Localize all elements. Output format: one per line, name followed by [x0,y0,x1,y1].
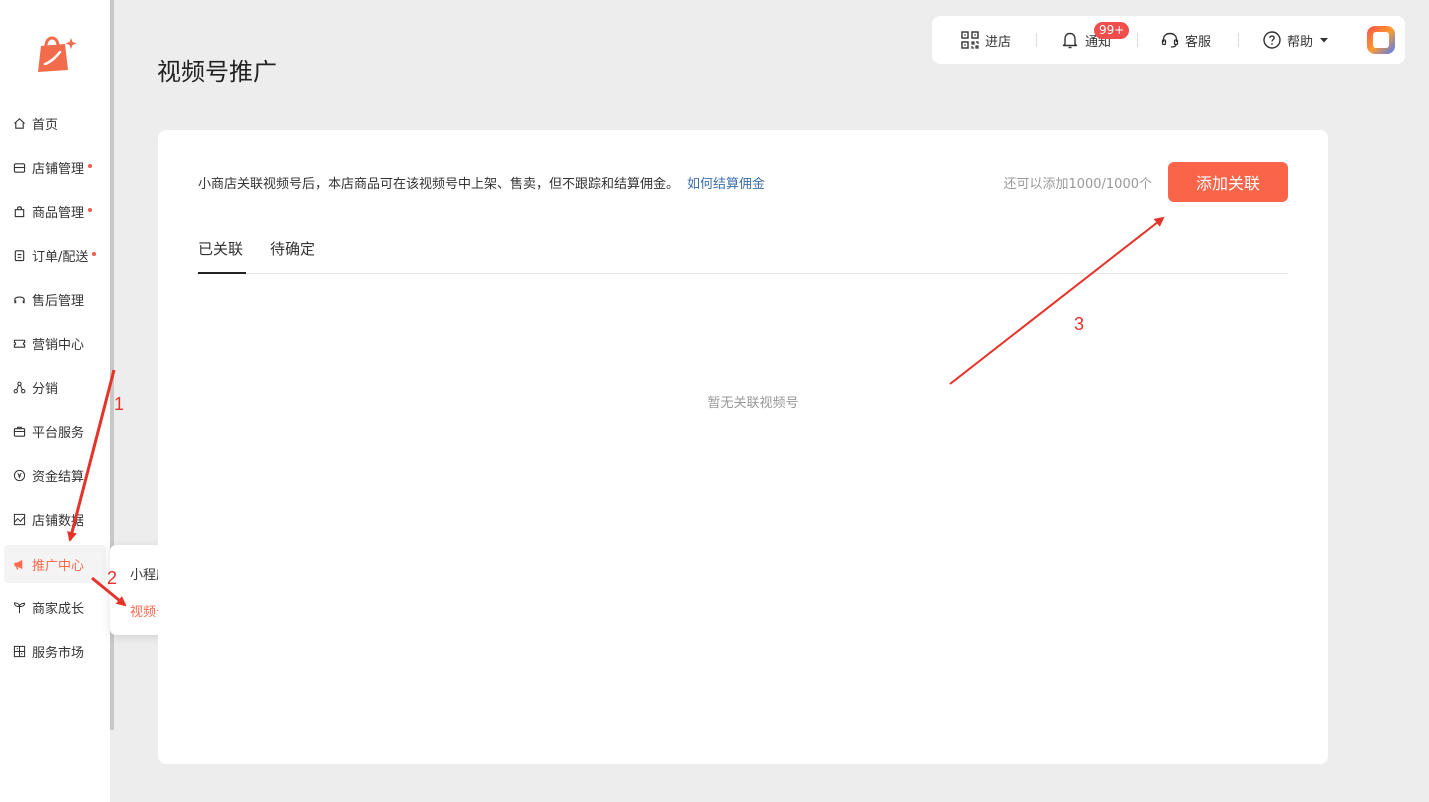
annotation-number-3: 3 [1074,314,1085,334]
sidebar-item-marketing[interactable]: 营销中心 [4,324,106,362]
store-icon [12,160,26,174]
sidebar-item-label: 订单/配送 [32,249,89,265]
sidebar-item-orders[interactable]: 订单/配送 [4,236,106,274]
intro-text-row: 小商店关联视频号后，本店商品可在该视频号中上架、售卖，但不跟踪和结算佣金。 如何结… [198,173,765,192]
sidebar-item-label: 服务市场 [32,645,85,661]
sidebar-item-store-management[interactable]: 店铺管理 [4,148,106,186]
megaphone-icon [12,557,26,571]
grid-store-icon [12,644,26,658]
bell-icon [1062,32,1078,49]
sidebar-item-home[interactable]: 首页 [4,104,106,142]
headset-icon [1161,32,1179,48]
sidebar-item-label: 平台服务 [32,425,85,441]
association-tabs: 已关联 待确定 [198,236,1288,274]
sidebar-item-service-market[interactable]: 服务市场 [4,632,106,670]
toolbar-divider [1137,33,1138,47]
sidebar-item-platform-services[interactable]: 平台服务 [4,412,106,450]
notification-dot [88,164,93,168]
toolbar-divider [1238,33,1239,47]
top-toolbar: 进店 通知 99+ 客服 帮助 [932,16,1405,64]
sidebar-item-label: 商品管理 [32,205,85,221]
customer-service-button[interactable]: 客服 [1160,16,1211,64]
sidebar-item-label: 商家成长 [32,601,85,617]
sidebar-item-settlement[interactable]: 资金结算 [4,456,106,494]
sidebar-item-distribution[interactable]: 分销 [4,368,106,406]
page-title: 视频号推广 [157,58,277,86]
sidebar-item-store-data[interactable]: 店铺数据 [4,500,106,538]
sidebar-item-label: 资金结算 [32,469,85,485]
intro-text: 小商店关联视频号后，本店商品可在该视频号中上架、售卖，但不跟踪和结算佣金。 [198,177,680,192]
ticket-icon [12,336,26,350]
help-circle-icon [1263,31,1281,49]
commission-help-link[interactable]: 如何结算佣金 [687,177,765,192]
notification-dot [92,252,97,256]
yen-icon [12,468,26,482]
help-label: 帮助 [1287,34,1314,50]
qr-code-icon [961,31,979,49]
notification-count-badge: 99+ [1094,22,1130,39]
sidebar-item-label: 首页 [32,117,59,133]
channels-association-card: 小商店关联视频号后，本店商品可在该视频号中上架、售卖，但不跟踪和结算佣金。 如何结… [158,130,1328,764]
clipboard-icon [12,248,26,262]
add-association-button[interactable]: 添加关联 [1168,162,1288,202]
enter-store-button[interactable]: 进店 [960,16,1011,64]
annotation-number-1: 1 [114,394,125,414]
customer-service-label: 客服 [1185,34,1212,50]
sidebar-item-product-management[interactable]: 商品管理 [4,192,106,230]
enter-store-label: 进店 [985,34,1012,50]
sidebar-item-label: 推广中心 [32,558,85,574]
sidebar-item-label: 营销中心 [32,337,85,353]
sidebar-item-label: 店铺管理 [32,161,85,177]
notification-dot [88,208,93,212]
chart-icon [12,512,26,526]
sidebar-item-merchant-growth[interactable]: 商家成长 [4,588,106,626]
quota-text: 还可以添加1000/1000个 [1003,177,1152,192]
shop-logo-icon[interactable] [35,30,77,74]
annotation-number-2: 2 [107,568,118,588]
sidebar-item-label: 店铺数据 [32,513,85,529]
tab-pending[interactable]: 待确定 [270,238,315,274]
sidebar-item-promotion[interactable]: 推广中心 [4,545,106,583]
headset-icon [12,292,26,306]
caret-down-icon [1320,38,1329,43]
sidebar: 首页 店铺管理 商品管理 订单/配送 售后管理 营销中心 分销 平台服务 资金结… [0,0,110,802]
empty-state-text: 暂无关联视频号 [707,396,799,411]
sidebar-item-label: 售后管理 [32,293,85,309]
bag-icon [12,204,26,218]
help-dropdown[interactable]: 帮助 [1262,16,1334,64]
sprout-icon [12,600,26,614]
tab-associated[interactable]: 已关联 [198,238,246,274]
avatar[interactable] [1366,25,1396,55]
sidebar-item-after-sales[interactable]: 售后管理 [4,280,106,318]
network-icon [12,380,26,394]
home-icon [12,116,26,130]
toolbar-divider [1036,33,1037,47]
briefcase-icon [12,424,26,438]
sidebar-item-label: 分销 [32,381,59,397]
